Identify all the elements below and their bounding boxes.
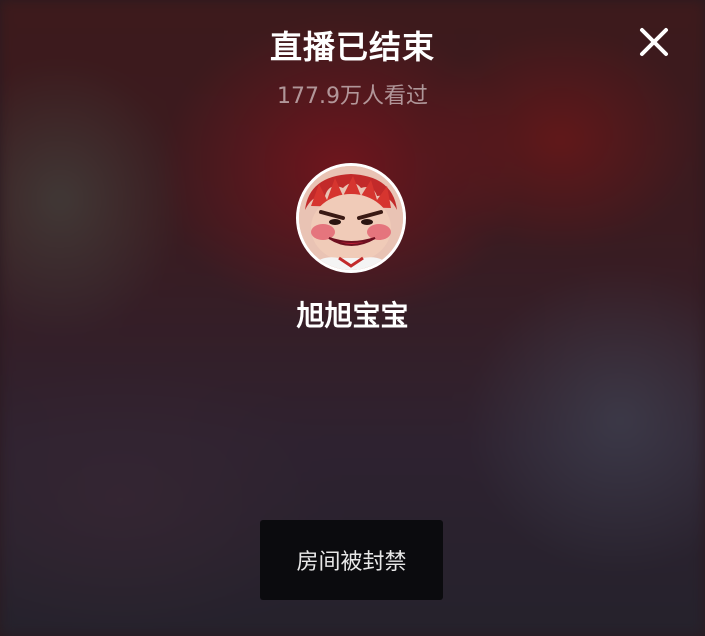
streamer-name[interactable]: 旭旭宝宝 bbox=[0, 294, 705, 334]
room-banned-button[interactable]: 房间被封禁 bbox=[260, 520, 443, 600]
page-title: 直播已结束 bbox=[269, 28, 435, 66]
close-button[interactable] bbox=[634, 22, 674, 62]
room-banned-label: 房间被封禁 bbox=[296, 550, 407, 575]
viewer-count: 177.9万人看过 bbox=[277, 84, 428, 109]
avatar[interactable] bbox=[296, 163, 406, 273]
cartoon-avatar bbox=[299, 166, 403, 270]
close-icon bbox=[640, 28, 668, 56]
